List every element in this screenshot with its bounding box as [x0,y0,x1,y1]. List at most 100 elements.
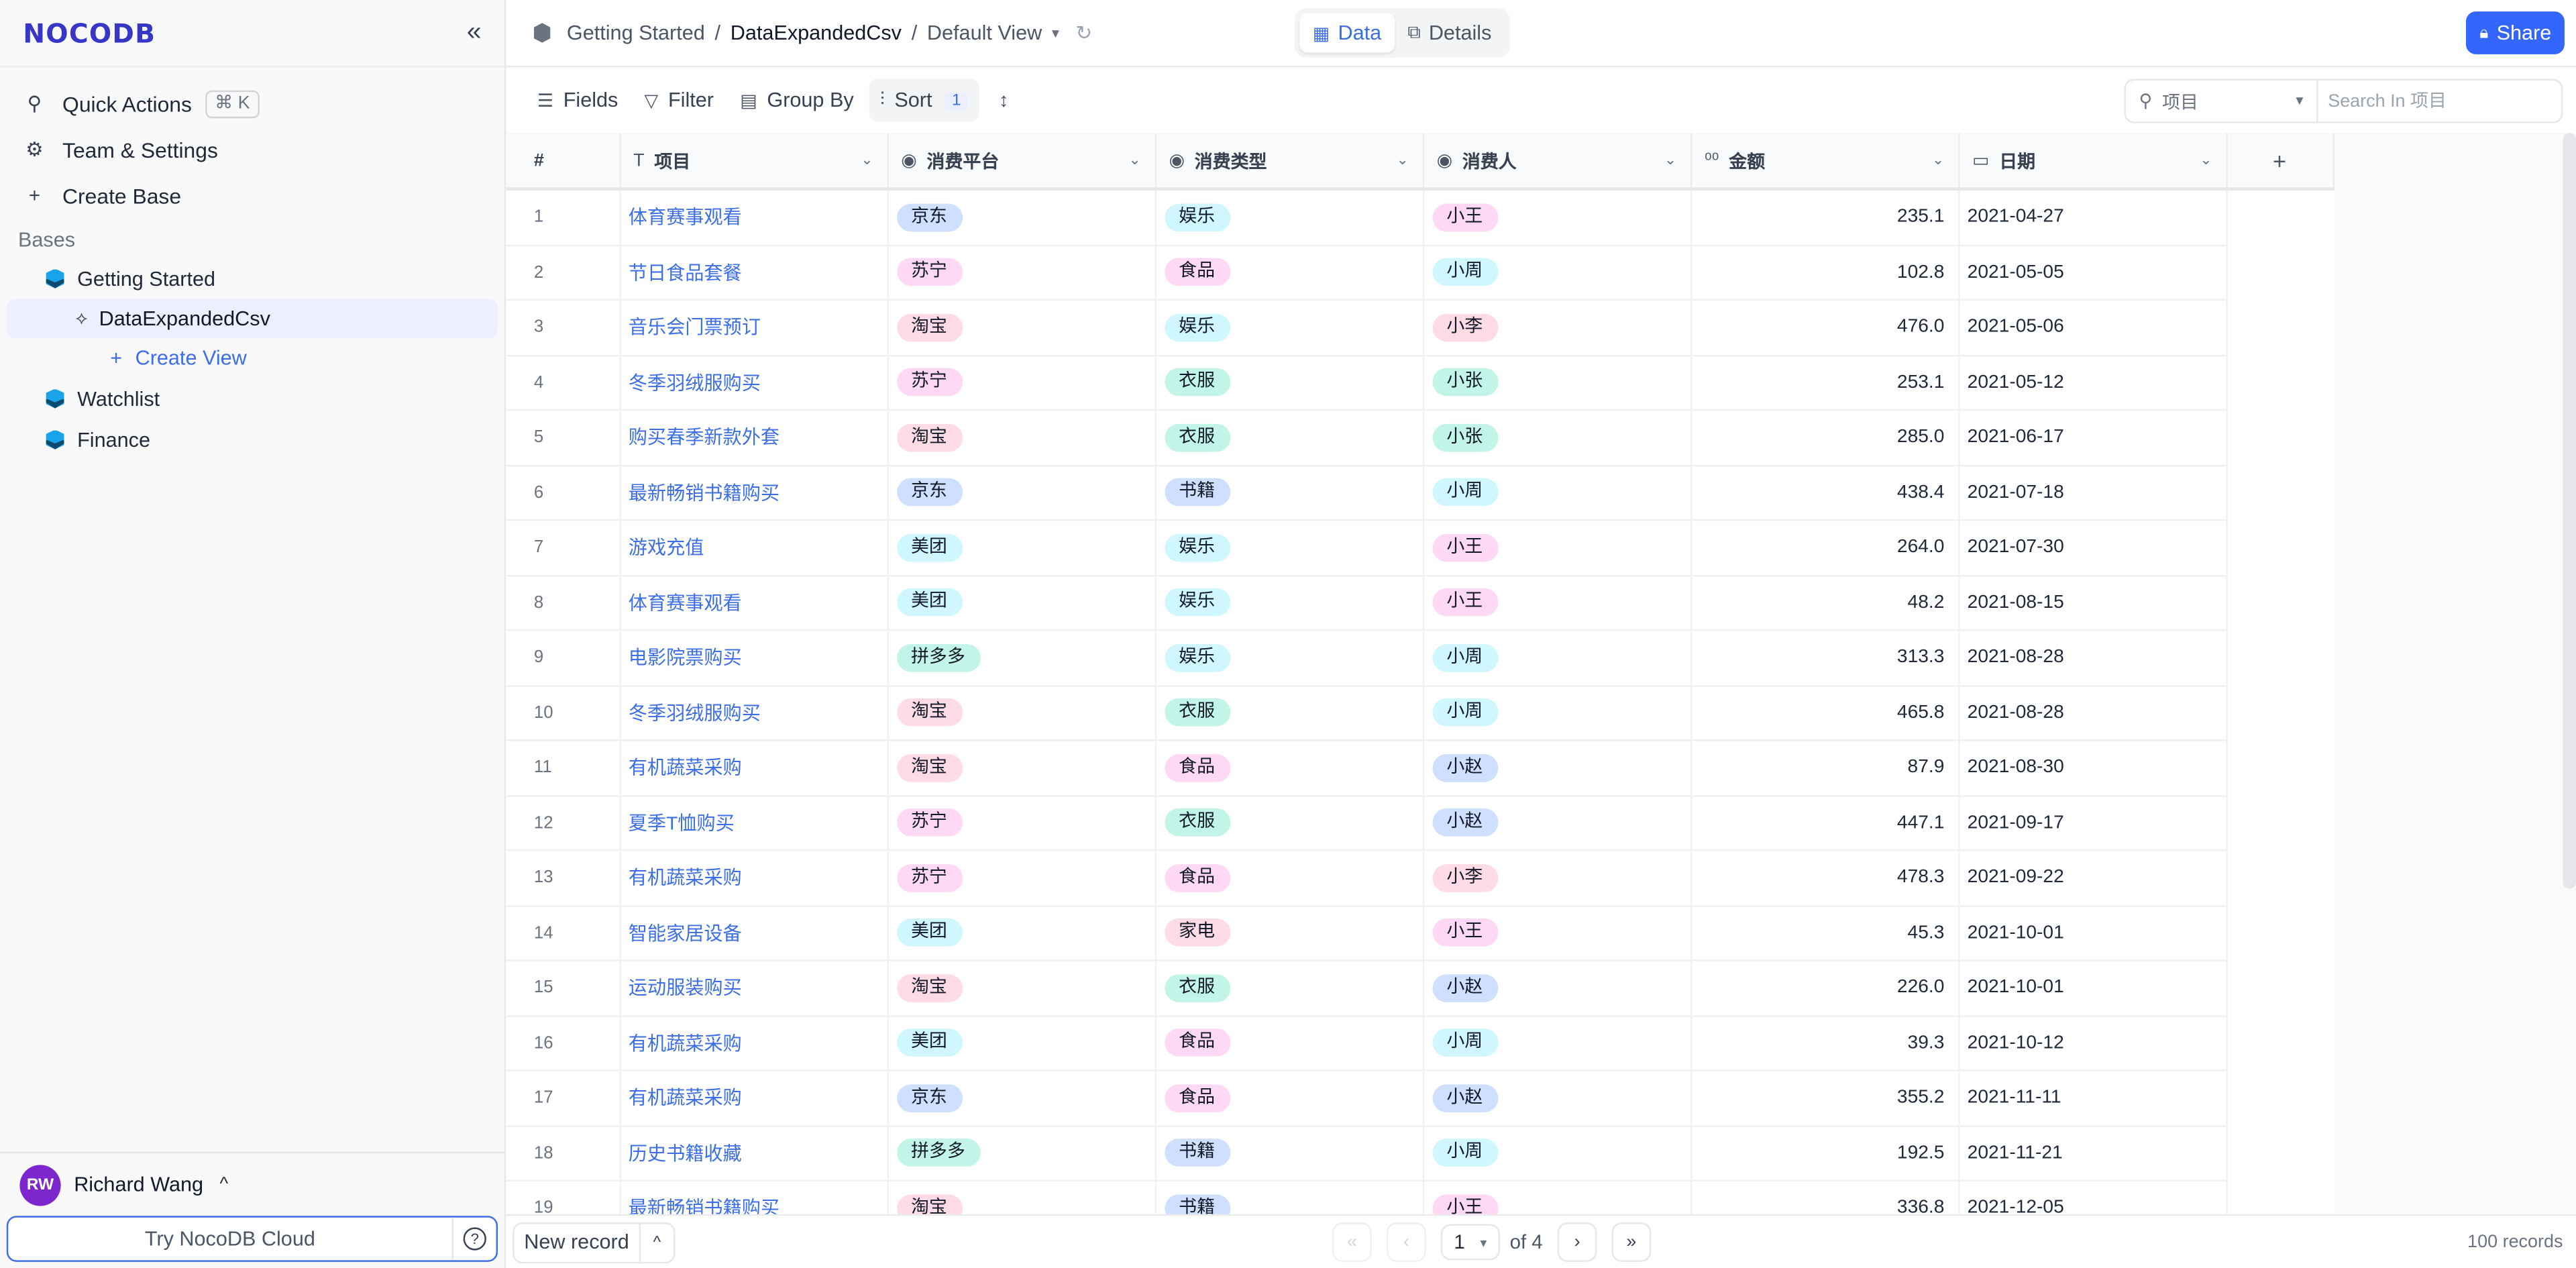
date-cell[interactable]: 2021-06-17 [1958,410,2227,466]
tab-data[interactable]: ▦ Data [1299,13,1395,53]
amount-cell[interactable]: 465.8 [1690,685,1960,741]
platform-cell[interactable]: 京东 [887,465,1156,521]
table-row[interactable]: 13 有机蔬菜采购 苏宁 食品 小李 478.3 2021-09-22 [506,850,2332,906]
table-row[interactable]: 9 电影院票购买 拼多多 娱乐 小周 313.3 2021-08-28 [506,630,2332,686]
amount-cell[interactable]: 226.0 [1690,960,1960,1016]
amount-cell[interactable]: 87.9 [1690,740,1960,796]
type-cell[interactable]: 书籍 [1155,465,1424,521]
item-cell[interactable]: 历史书籍收藏 [619,1125,888,1181]
platform-cell[interactable]: 淘宝 [887,740,1156,796]
table-row[interactable]: 16 有机蔬菜采购 美团 食品 小周 39.3 2021-10-12 [506,1015,2332,1071]
collapse-sidebar-icon[interactable]: « [467,18,482,48]
type-cell[interactable]: 衣服 [1155,795,1424,851]
column-header-amount[interactable]: ⁰⁰ 金额 ⌄ [1690,133,1960,191]
type-cell[interactable]: 食品 [1155,244,1424,301]
new-record-button[interactable]: New record [515,1223,641,1261]
person-cell[interactable]: 小赵 [1422,960,1692,1016]
date-cell[interactable]: 2021-04-27 [1958,189,2227,246]
base-finance[interactable]: Finance [0,419,504,460]
sort-button[interactable]: ⫶ Sort 1 [868,78,979,122]
chevron-down-icon[interactable]: ⌄ [861,151,873,169]
item-cell[interactable]: 最新畅销书籍购买 [619,465,888,521]
platform-cell[interactable]: 京东 [887,1070,1156,1126]
item-cell[interactable]: 冬季羽绒服购买 [619,354,888,411]
try-cloud-button[interactable]: Try NocoDB Cloud [8,1217,453,1261]
create-view-button[interactable]: + Create View [0,338,504,378]
person-cell[interactable]: 小赵 [1422,1070,1692,1126]
platform-cell[interactable]: 苏宁 [887,850,1156,906]
search-field-select[interactable]: ⚲ 项目 ▾ [2126,81,2318,122]
column-header-type[interactable]: ◉ 消费类型 ⌄ [1155,133,1424,191]
search-input[interactable] [2318,81,2561,122]
person-cell[interactable]: 小周 [1422,1125,1692,1181]
platform-cell[interactable]: 淘宝 [887,1180,1156,1216]
chevron-down-icon[interactable]: ▾ [1052,24,1059,42]
date-cell[interactable]: 2021-10-01 [1958,960,2227,1016]
item-cell[interactable]: 夏季T恤购买 [619,795,888,851]
type-cell[interactable]: 食品 [1155,1015,1424,1071]
date-cell[interactable]: 2021-09-22 [1958,850,2227,906]
breadcrumb-table[interactable]: DataExpandedCsv [731,21,902,44]
item-cell[interactable]: 有机蔬菜采购 [619,1015,888,1071]
platform-cell[interactable]: 苏宁 [887,244,1156,301]
date-cell[interactable]: 2021-08-15 [1958,575,2227,631]
date-cell[interactable]: 2021-10-01 [1958,905,2227,961]
platform-cell[interactable]: 京东 [887,189,1156,246]
item-cell[interactable]: 游戏充值 [619,520,888,576]
type-cell[interactable]: 书籍 [1155,1125,1424,1181]
table-row[interactable]: 14 智能家居设备 美团 家电 小王 45.3 2021-10-01 [506,905,2332,961]
item-cell[interactable]: 有机蔬菜采购 [619,740,888,796]
date-cell[interactable]: 2021-07-18 [1958,465,2227,521]
item-cell[interactable]: 节日食品套餐 [619,244,888,301]
date-cell[interactable]: 2021-09-17 [1958,795,2227,851]
type-cell[interactable]: 娱乐 [1155,299,1424,356]
column-header-date[interactable]: ▭ 日期 ⌄ [1958,133,2227,191]
person-cell[interactable]: 小周 [1422,465,1692,521]
item-cell[interactable]: 购买春季新款外套 [619,410,888,466]
chevron-down-icon[interactable]: ⌄ [1397,151,1409,169]
item-cell[interactable]: 体育赛事观看 [619,575,888,631]
person-cell[interactable]: 小赵 [1422,740,1692,796]
amount-cell[interactable]: 235.1 [1690,189,1960,246]
amount-cell[interactable]: 438.4 [1690,465,1960,521]
column-header-item[interactable]: T 项目 ⌄ [619,133,888,191]
item-cell[interactable]: 音乐会门票预订 [619,299,888,356]
help-button[interactable]: ? [453,1218,496,1261]
table-row[interactable]: 17 有机蔬菜采购 京东 食品 小赵 355.2 2021-11-11 [506,1070,2332,1126]
table-item-dataexpandedcsv[interactable]: ⟡ DataExpandedCsv [6,299,498,339]
amount-cell[interactable]: 355.2 [1690,1070,1960,1126]
chevron-up-icon[interactable]: ^ [641,1233,674,1251]
platform-cell[interactable]: 美团 [887,1015,1156,1071]
amount-cell[interactable]: 264.0 [1690,520,1960,576]
item-cell[interactable]: 有机蔬菜采购 [619,1070,888,1126]
chevron-down-icon[interactable]: ⌄ [2200,151,2212,169]
table-row[interactable]: 10 冬季羽绒服购买 淘宝 衣服 小周 465.8 2021-08-28 [506,685,2332,741]
person-cell[interactable]: 小李 [1422,850,1692,906]
fields-button[interactable]: ☰ Fields [526,79,630,122]
platform-cell[interactable]: 美团 [887,575,1156,631]
type-cell[interactable]: 衣服 [1155,354,1424,411]
amount-cell[interactable]: 102.8 [1690,244,1960,301]
date-cell[interactable]: 2021-08-28 [1958,630,2227,686]
type-cell[interactable]: 娱乐 [1155,575,1424,631]
platform-cell[interactable]: 淘宝 [887,960,1156,1016]
platform-cell[interactable]: 淘宝 [887,299,1156,356]
person-cell[interactable]: 小周 [1422,685,1692,741]
date-cell[interactable]: 2021-11-11 [1958,1070,2227,1126]
item-cell[interactable]: 最新畅销书籍购买 [619,1180,888,1216]
column-header-person[interactable]: ◉ 消费人 ⌄ [1422,133,1692,191]
base-getting-started[interactable]: Getting Started [0,258,504,299]
person-cell[interactable]: 小王 [1422,575,1692,631]
date-cell[interactable]: 2021-07-30 [1958,520,2227,576]
person-cell[interactable]: 小张 [1422,354,1692,411]
amount-cell[interactable]: 476.0 [1690,299,1960,356]
platform-cell[interactable]: 美团 [887,520,1156,576]
amount-cell[interactable]: 39.3 [1690,1015,1960,1071]
amount-cell[interactable]: 313.3 [1690,630,1960,686]
amount-cell[interactable]: 336.8 [1690,1180,1960,1216]
nocodb-logo[interactable]: NOCODB [23,17,156,49]
platform-cell[interactable]: 拼多多 [887,630,1156,686]
amount-cell[interactable]: 447.1 [1690,795,1960,851]
tab-details[interactable]: ⧉ Details [1395,13,1505,53]
team-settings-button[interactable]: ⚙ Team & Settings [0,127,504,173]
